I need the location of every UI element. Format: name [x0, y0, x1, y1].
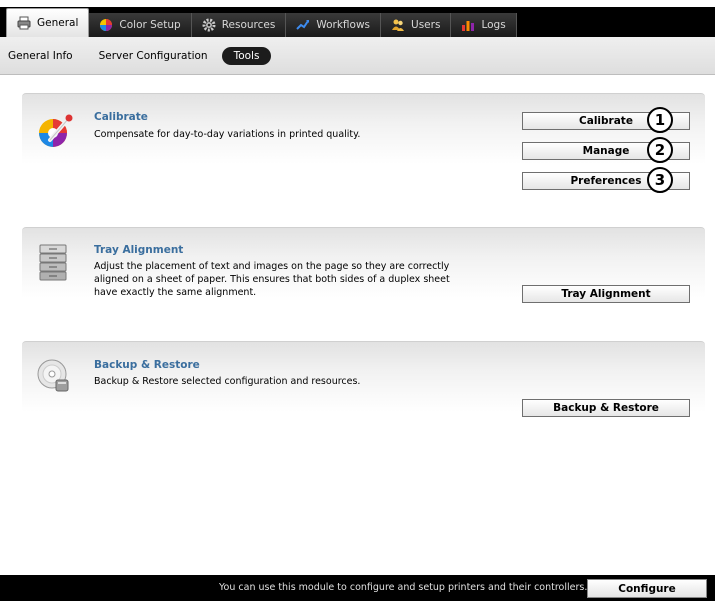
backup-restore-description: Backup & Restore selected configuration … [94, 376, 361, 387]
sub-navigation: General Info Server Configuration Tools [0, 37, 715, 75]
color-wheel-icon [99, 18, 113, 32]
step-badge-1: 1 [647, 107, 673, 133]
subnav-server-configuration[interactable]: Server Configuration [91, 50, 216, 62]
tray-alignment-panel: Tray Alignment Adjust the placement of t… [22, 227, 705, 316]
tab-resources[interactable]: Resources [191, 13, 287, 37]
main-tabs: General Color Setup Resources Workflows … [6, 8, 517, 37]
backup-restore-title: Backup & Restore [94, 359, 200, 371]
tab-general[interactable]: General [6, 8, 90, 37]
footer-hint-text: You can use this module to configure and… [219, 582, 588, 593]
tab-label: Logs [481, 19, 506, 31]
tab-workflows[interactable]: Workflows [286, 13, 382, 37]
tray-alignment-button[interactable]: Tray Alignment [522, 285, 690, 303]
subnav-general-info[interactable]: General Info [0, 50, 81, 62]
subnav-tools[interactable]: Tools [221, 46, 272, 65]
tab-logs[interactable]: Logs [451, 13, 517, 37]
tab-label: Users [411, 19, 441, 31]
backup-restore-panel: Backup & Restore Backup & Restore select… [22, 341, 705, 420]
step-badge-2: 2 [647, 137, 673, 163]
calibrate-title: Calibrate [94, 111, 148, 123]
backup-restore-button[interactable]: Backup & Restore [522, 399, 690, 417]
bar-chart-icon [461, 18, 475, 32]
footer-bar: You can use this module to configure and… [0, 575, 715, 601]
calibrate-panel: Calibrate Compensate for day-to-day vari… [22, 93, 705, 204]
calibrate-color-icon [36, 112, 73, 148]
backup-disc-icon [36, 358, 72, 394]
tab-color-setup[interactable]: Color Setup [89, 13, 192, 37]
top-tab-bar: General Color Setup Resources Workflows … [0, 0, 715, 37]
step-badge-3: 3 [647, 167, 673, 193]
tab-label: Resources [221, 19, 276, 31]
tab-label: Color Setup [119, 19, 181, 31]
calibrate-description: Compensate for day-to-day variations in … [94, 129, 361, 140]
tray-alignment-title: Tray Alignment [94, 244, 184, 256]
configure-button[interactable]: Configure [587, 579, 707, 598]
tab-label: Workflows [316, 19, 371, 31]
tab-label: General [37, 17, 79, 29]
gear-icon [202, 18, 216, 32]
tray-alignment-description: Adjust the placement of text and images … [94, 261, 450, 298]
tab-users[interactable]: Users [381, 13, 452, 37]
tray-stack-icon [36, 242, 72, 281]
workflow-arrows-icon [296, 18, 310, 32]
printer-icon [17, 16, 31, 30]
users-icon [391, 18, 405, 32]
